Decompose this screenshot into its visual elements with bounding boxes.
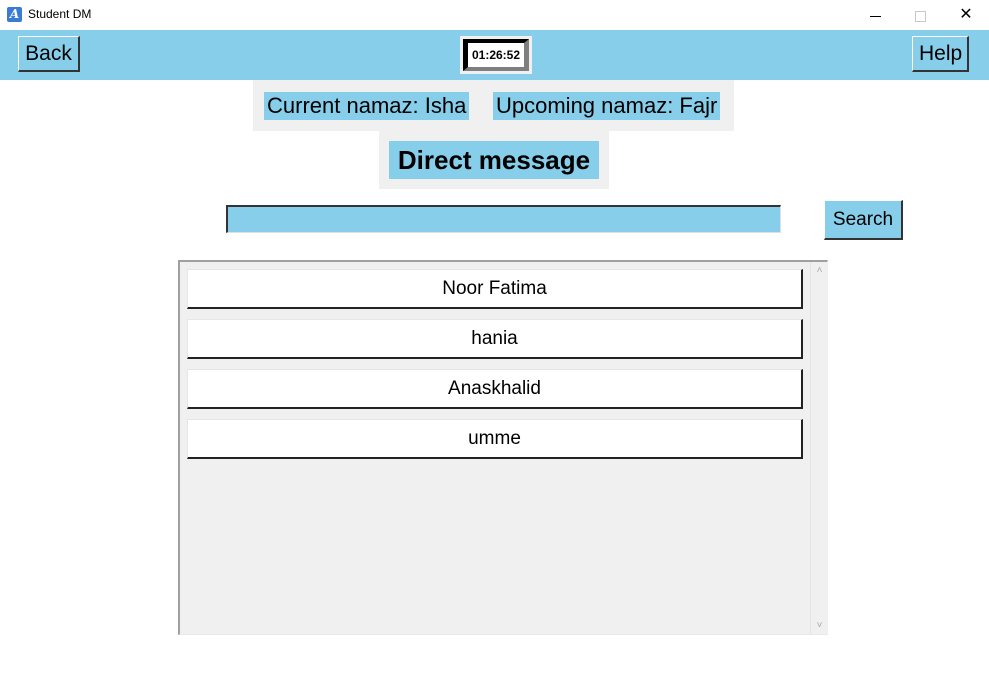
back-button[interactable]: Back	[18, 36, 80, 72]
search-input[interactable]	[226, 205, 781, 233]
title-bar: A Student DM ✕	[0, 0, 989, 30]
contact-item-umme[interactable]: umme	[187, 419, 803, 459]
close-button[interactable]: ✕	[943, 0, 989, 30]
app-icon: A	[7, 7, 22, 22]
contact-item-noor-fatima[interactable]: Noor Fatima	[187, 269, 803, 309]
close-icon: ✕	[959, 6, 973, 23]
scroll-up-icon[interactable]: ˄	[811, 262, 828, 279]
minimize-icon	[869, 15, 881, 17]
maximize-icon	[914, 10, 926, 22]
current-namaz-label: Current namaz: Isha	[264, 92, 470, 120]
help-button[interactable]: Help	[912, 36, 969, 72]
minimize-button[interactable]	[852, 0, 898, 30]
list-scrollbar[interactable]: ˄ ˅	[810, 262, 828, 634]
contact-item-anaskhalid[interactable]: Anaskhalid	[187, 369, 803, 409]
upcoming-namaz-label: Upcoming namaz: Fajr	[493, 92, 721, 120]
scroll-down-icon[interactable]: ˅	[811, 617, 828, 634]
contact-list: Noor Fatima hania Anaskhalid umme ˄ ˅	[178, 260, 828, 635]
heading-panel: Direct message	[379, 131, 609, 189]
top-toolbar: Back 01:26:52 Help	[0, 30, 989, 80]
contact-item-hania[interactable]: hania	[187, 319, 803, 359]
page-title: Direct message	[389, 141, 599, 179]
maximize-button	[897, 0, 943, 30]
search-button[interactable]: Search	[824, 200, 903, 240]
namaz-panel: Current namaz: Isha Upcoming namaz: Fajr	[253, 80, 734, 131]
clock-frame: 01:26:52	[460, 36, 532, 74]
window-title: Student DM	[28, 7, 92, 21]
clock-display: 01:26:52	[463, 39, 529, 71]
